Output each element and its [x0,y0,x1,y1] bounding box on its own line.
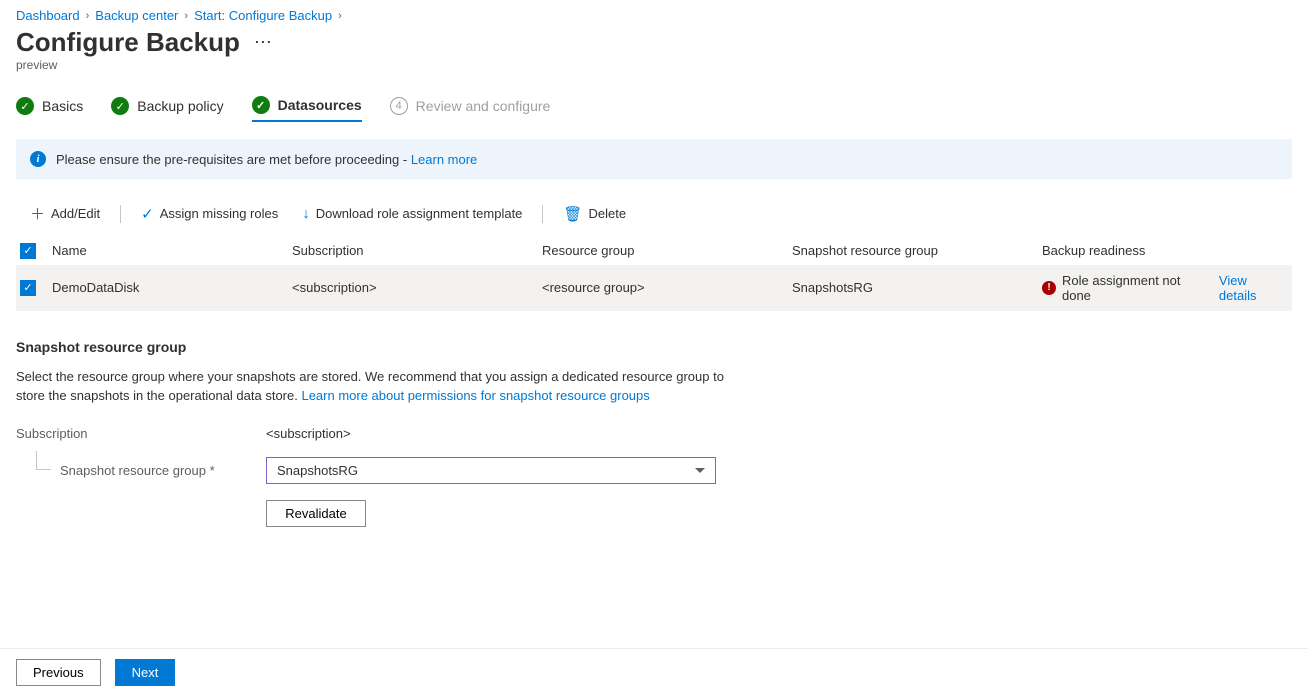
breadcrumb-dashboard[interactable]: Dashboard [16,8,80,23]
snapshot-learn-more-link[interactable]: Learn more about permissions for snapsho… [301,388,649,403]
info-banner: i Please ensure the pre-requisites are m… [16,139,1292,179]
previous-button[interactable]: Previous [16,659,101,686]
breadcrumb-backup-center[interactable]: Backup center [95,8,178,23]
download-template-button[interactable]: ↓ Download role assignment template [292,201,532,226]
revalidate-button[interactable]: Revalidate [266,500,366,527]
toolbar: ＋ Add/Edit ✓ Assign missing roles ↓ Down… [16,191,1292,236]
add-edit-button[interactable]: ＋ Add/Edit [20,199,110,228]
page-subtitle: preview [16,58,1292,72]
page-title: Configure Backup [16,27,240,58]
step-number-icon: 4 [390,97,408,115]
cell-readiness: Role assignment not done [1062,273,1213,303]
cell-resource-group: <resource group> [542,280,792,295]
view-details-link[interactable]: View details [1219,273,1288,303]
tab-backup-policy[interactable]: ✓ Backup policy [111,97,223,121]
cell-name: DemoDataDisk [52,280,292,295]
chevron-down-icon [695,468,705,473]
subscription-value: <subscription> [266,426,726,441]
tab-review-configure: 4 Review and configure [390,97,551,121]
row-checkbox[interactable]: ✓ [20,280,36,296]
check-circle-icon: ✓ [111,97,129,115]
cell-subscription: <subscription> [292,280,542,295]
chevron-right-icon: › [184,10,188,22]
col-resource-group: Resource group [542,243,792,258]
breadcrumb: Dashboard › Backup center › Start: Confi… [16,8,1292,23]
snapshot-rg-label: Snapshot resource group * [16,463,266,478]
trash-icon: 🗑 [563,205,582,223]
snapshot-rg-select[interactable]: SnapshotsRG [266,457,716,484]
col-name: Name [52,243,292,258]
delete-button[interactable]: 🗑 Delete [553,201,636,227]
next-button[interactable]: Next [115,659,176,686]
col-readiness: Backup readiness [1042,243,1288,258]
cell-snapshot-rg: SnapshotsRG [792,280,1042,295]
snapshot-rg-description: Select the resource group where your sna… [16,367,736,406]
plus-icon: ＋ [30,203,45,224]
info-banner-text: Please ensure the pre-requisites are met… [56,152,411,167]
footer: Previous Next [0,648,1308,696]
download-icon: ↓ [302,205,310,222]
datasource-table: ✓ Name Subscription Resource group Snaps… [16,236,1292,311]
col-snapshot-rg: Snapshot resource group [792,243,1042,258]
assign-roles-button[interactable]: ✓ Assign missing roles [131,201,288,227]
error-icon: ! [1042,281,1056,295]
snapshot-rg-title: Snapshot resource group [16,339,1292,355]
tab-datasources[interactable]: ✓ Datasources [252,96,362,122]
select-all-checkbox[interactable]: ✓ [20,243,36,259]
col-subscription: Subscription [292,243,542,258]
check-circle-icon: ✓ [16,97,34,115]
chevron-right-icon: › [338,10,342,22]
chevron-right-icon: › [86,10,90,22]
subscription-label: Subscription [16,426,266,441]
learn-more-link[interactable]: Learn more [411,152,477,167]
check-circle-icon: ✓ [252,96,270,114]
info-icon: i [30,151,46,167]
step-tabs: ✓ Basics ✓ Backup policy ✓ Datasources 4… [16,96,1292,123]
more-menu-icon[interactable]: ⋯ [254,32,272,53]
table-row[interactable]: ✓ DemoDataDisk <subscription> <resource … [16,265,1292,311]
tab-basics[interactable]: ✓ Basics [16,97,83,121]
breadcrumb-configure-backup[interactable]: Start: Configure Backup [194,8,332,23]
checkmark-icon: ✓ [141,205,154,223]
